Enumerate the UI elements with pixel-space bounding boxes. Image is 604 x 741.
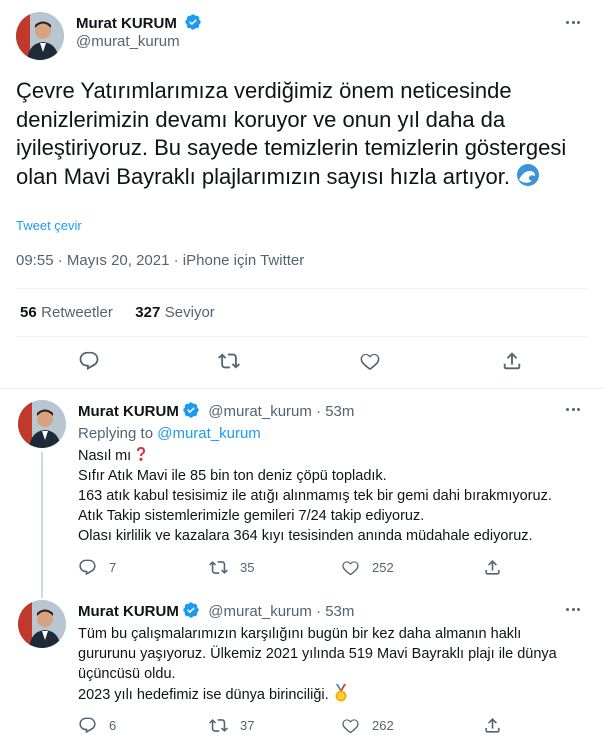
- meta-separator: ·: [173, 252, 183, 269]
- share-button[interactable]: [483, 558, 514, 577]
- reply-button[interactable]: [78, 350, 100, 372]
- reply-header: Murat KURUM @murat_kurum · 53m: [78, 601, 354, 621]
- reply-dot: ·: [311, 403, 326, 420]
- share-icon: [485, 560, 500, 575]
- reply-icon: [79, 351, 99, 370]
- reply-text: Nasıl mı Sıfır Atık Mavi ile 85 bin ton …: [78, 446, 588, 546]
- more-icon[interactable]: [562, 598, 584, 620]
- like-icon: [342, 719, 359, 734]
- share-icon: [485, 718, 500, 733]
- divider: [16, 336, 588, 337]
- more-icon[interactable]: [562, 398, 584, 420]
- retweet-icon: [209, 719, 228, 732]
- retweet-icon: [209, 561, 228, 574]
- tweet-stats: 56 Retweetler 327 Seviyor: [20, 304, 215, 322]
- divider: [0, 388, 604, 389]
- tweet-timestamp[interactable]: 09:55 · Mayıs 20, 2021 · iPhone için Twi…: [16, 252, 304, 269]
- like-count: 252: [372, 560, 394, 575]
- reply-line: Olası kirlilik ve kazalara 364 kıyı tesi…: [78, 528, 533, 544]
- reply-age[interactable]: 53m: [325, 403, 354, 420]
- reply-icon: [79, 559, 96, 576]
- reply-avatar[interactable]: [18, 600, 66, 648]
- more-icon[interactable]: [562, 11, 584, 33]
- author-name[interactable]: Murat KURUM: [76, 13, 202, 32]
- reply-age[interactable]: 53m: [325, 603, 354, 620]
- verified-badge-icon: [183, 402, 199, 418]
- retweets-count[interactable]: 56: [20, 304, 37, 321]
- divider: [16, 288, 588, 289]
- retweet-button[interactable]: 37: [209, 716, 254, 735]
- like-button[interactable]: 252: [341, 558, 394, 577]
- reply-button[interactable]: 7: [78, 558, 116, 577]
- likes-label[interactable]: Seviyor: [165, 304, 215, 321]
- reply-author-handle[interactable]: @murat_kurum: [208, 403, 312, 420]
- replying-to: Replying to @murat_kurum: [78, 425, 261, 442]
- retweets-label[interactable]: Retweetler: [41, 304, 113, 321]
- author-handle[interactable]: @murat_kurum: [76, 33, 180, 50]
- reply-line-text: 2023 yılı hedefimiz ise dünya birinciliğ…: [78, 687, 329, 703]
- like-icon: [342, 561, 359, 576]
- tweet-date[interactable]: Mayıs 20, 2021: [67, 252, 170, 269]
- reply-header: Murat KURUM @murat_kurum · 53m: [78, 401, 354, 421]
- like-icon: [360, 353, 380, 371]
- reply-line: Nasıl mı: [78, 446, 588, 466]
- retweet-button[interactable]: [218, 350, 240, 372]
- tweet-text: Çevre Yatırımlarımıza verdiğimiz önem ne…: [16, 77, 584, 191]
- share-icon: [503, 352, 521, 370]
- reply-avatar[interactable]: [18, 400, 66, 448]
- retweets-stat[interactable]: 56 Retweetler: [20, 304, 117, 321]
- thread-line: [41, 452, 43, 598]
- tweet-source[interactable]: iPhone için Twitter: [183, 252, 304, 269]
- reply-author-name[interactable]: Murat KURUM: [78, 403, 179, 420]
- retweet-count: 35: [240, 560, 255, 575]
- share-button[interactable]: [483, 716, 514, 735]
- red-question-emoji: [137, 447, 146, 461]
- author-name-text[interactable]: Murat KURUM: [76, 15, 177, 32]
- tweet-time[interactable]: 09:55: [16, 252, 54, 269]
- like-button[interactable]: 262: [341, 716, 394, 735]
- verified-badge-icon: [185, 14, 201, 30]
- translate-tweet-link[interactable]: Tweet çevir: [16, 218, 82, 233]
- wave-emoji: [517, 163, 540, 186]
- reply-author-name[interactable]: Murat KURUM: [78, 603, 179, 620]
- medal-emoji: [335, 684, 347, 702]
- replying-to-handle[interactable]: @murat_kurum: [157, 425, 261, 442]
- retweet-button[interactable]: 35: [209, 558, 254, 577]
- verified-badge-icon: [183, 602, 199, 618]
- replying-to-prefix: Replying to: [78, 425, 154, 442]
- like-button[interactable]: [359, 350, 381, 372]
- reply-line: Tüm bu çalışmalarımızın karşılığını bugü…: [78, 626, 522, 642]
- retweet-count: 37: [240, 718, 255, 733]
- reply-line-text: Nasıl mı: [78, 448, 132, 464]
- tweet-text-content: Çevre Yatırımlarımıza verdiğimiz önem ne…: [16, 78, 567, 189]
- reply-line: Sıfır Atık Mavi ile 85 bin ton deniz çöp…: [78, 468, 387, 484]
- likes-count[interactable]: 327: [135, 304, 160, 321]
- reply-icon: [79, 717, 96, 734]
- reply-line: 2023 yılı hedefimiz ise dünya birinciliğ…: [78, 684, 588, 705]
- reply-count: 7: [109, 560, 117, 575]
- reply-text: Tüm bu çalışmalarımızın karşılığını bugü…: [78, 624, 588, 705]
- reply-count: 6: [109, 718, 117, 733]
- reply-button[interactable]: 6: [78, 716, 116, 735]
- reply-author-handle[interactable]: @murat_kurum: [208, 603, 312, 620]
- author-avatar[interactable]: [16, 12, 64, 60]
- reply-line: 163 atık kabul tesisimiz ile atığı alınm…: [78, 488, 552, 504]
- like-count: 262: [372, 718, 394, 733]
- meta-separator: ·: [57, 252, 67, 269]
- reply-dot: ·: [311, 603, 326, 620]
- retweet-icon: [218, 353, 240, 369]
- likes-stat[interactable]: 327 Seviyor: [135, 304, 215, 321]
- share-button[interactable]: [501, 350, 523, 372]
- reply-line: üçüncüsü oldu.: [78, 666, 176, 682]
- reply-line: gururunu yaşıyoruz. Ülkemiz 2021 yılında…: [78, 646, 557, 662]
- reply-line: Atık Takip sistemlerimizle gemileri 7/24…: [78, 508, 425, 524]
